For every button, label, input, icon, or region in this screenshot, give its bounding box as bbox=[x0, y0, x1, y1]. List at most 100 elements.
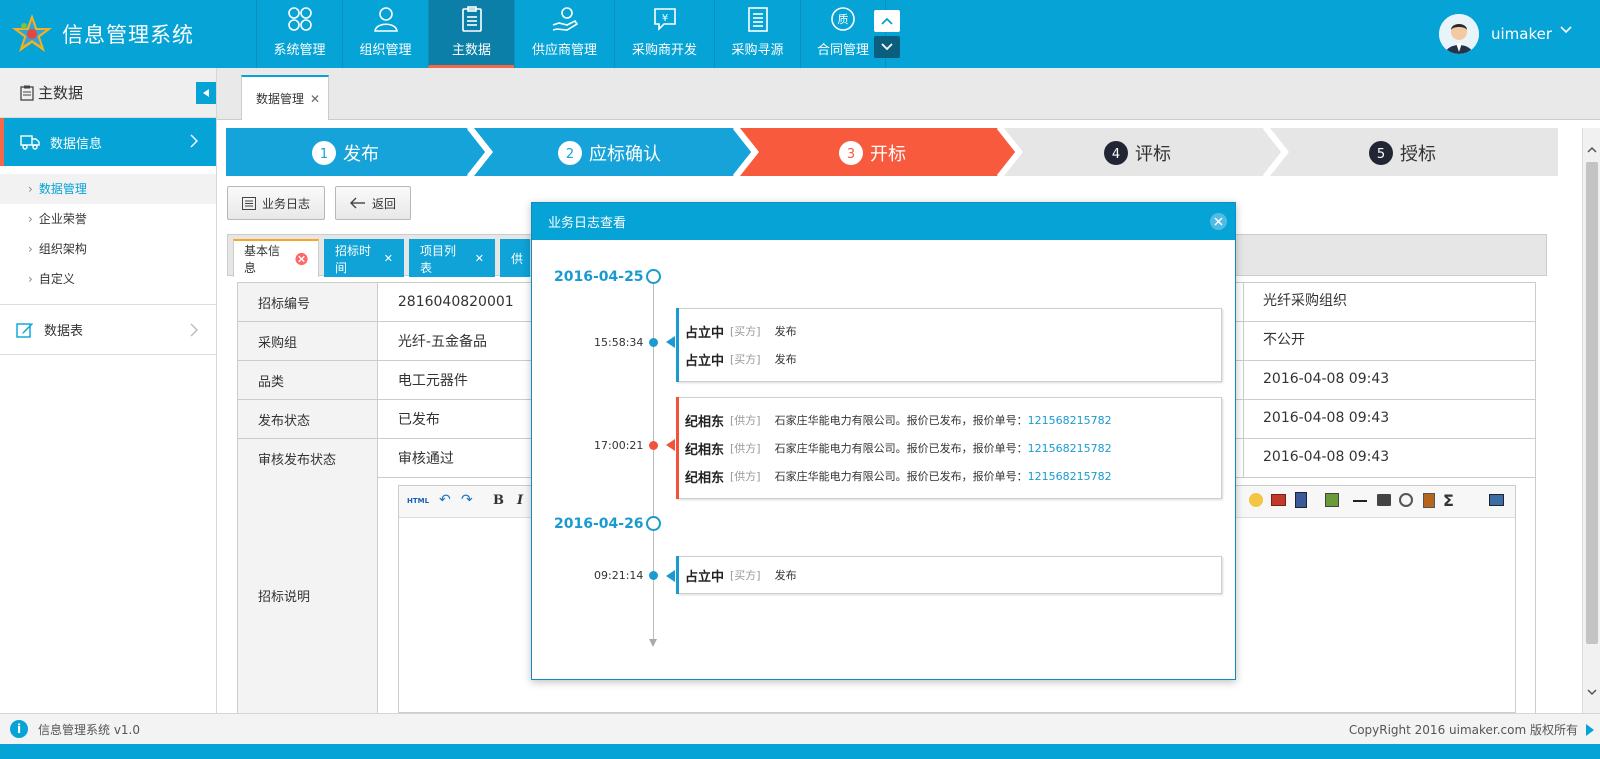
vertical-scrollbar[interactable] bbox=[1582, 128, 1600, 713]
sidebar-collapse-button[interactable] bbox=[196, 82, 216, 104]
emoji-icon[interactable] bbox=[1249, 493, 1263, 507]
business-log-button[interactable]: 业务日志 bbox=[227, 186, 326, 220]
nav-scroll-down-button[interactable] bbox=[874, 36, 900, 58]
quote-number-link[interactable]: 121568215782 bbox=[1028, 442, 1112, 455]
step-1-label: 发布 bbox=[343, 144, 379, 165]
top-header: 信息管理系统 系统管理 组织管理 主数据 供应商管理 ¥ 采购商开发 采购寻源 … bbox=[0, 0, 1600, 68]
close-icon[interactable]: ✕ bbox=[384, 252, 393, 265]
image-icon[interactable] bbox=[1271, 494, 1286, 506]
step-5-number: 5 bbox=[1377, 147, 1385, 162]
timeline-dot bbox=[649, 338, 658, 347]
scroll-down-button[interactable] bbox=[1583, 683, 1600, 701]
username: uimaker bbox=[1490, 25, 1552, 43]
grid-icon bbox=[287, 7, 312, 31]
svg-text:¥: ¥ bbox=[661, 13, 667, 24]
timeline-date: 2016-04-26 bbox=[554, 516, 644, 532]
video-icon[interactable] bbox=[1295, 492, 1307, 508]
paste-icon[interactable] bbox=[1423, 493, 1435, 508]
field-label: 发布状态 bbox=[237, 399, 378, 439]
timeline-date-marker bbox=[646, 269, 661, 284]
star-logo-icon bbox=[12, 14, 52, 52]
nav-label: 供应商管理 bbox=[531, 43, 597, 58]
tab-bid-time[interactable]: 招标时间 ✕ bbox=[324, 239, 404, 277]
footer: i 信息管理系统 v1.0 CopyRight 2016 uimaker.com… bbox=[0, 713, 1600, 744]
clipboard-icon bbox=[20, 85, 34, 101]
nav-item-purchaser[interactable]: ¥ 采购商开发 bbox=[614, 0, 714, 68]
nav-item-org[interactable]: 组织管理 bbox=[342, 0, 428, 68]
step-2-number: 2 bbox=[566, 147, 574, 162]
fullscreen-icon[interactable] bbox=[1489, 494, 1504, 506]
user-menu[interactable]: uimaker bbox=[1438, 14, 1572, 54]
page-tab-label: 数据管理 bbox=[256, 92, 305, 106]
log-entry: 占立中 [买方] 发布 bbox=[685, 325, 797, 341]
main-nav: 系统管理 组织管理 主数据 供应商管理 ¥ 采购商开发 采购寻源 质 合同管理 bbox=[256, 0, 886, 68]
nav-label: 合同管理 bbox=[816, 43, 869, 58]
print-icon[interactable] bbox=[1377, 494, 1391, 506]
sidebar-group-data-table[interactable]: 数据表 bbox=[0, 305, 216, 355]
timeline-dot bbox=[649, 441, 658, 450]
timeline-card: 占立中 [买方] 发布 占立中 [买方] 发布 bbox=[666, 308, 1222, 382]
quote-number-link[interactable]: 121568215782 bbox=[1028, 414, 1112, 427]
step-5-label: 授标 bbox=[1400, 144, 1436, 165]
formula-icon[interactable]: Σ bbox=[1443, 491, 1454, 510]
tab-supplier[interactable]: 供 bbox=[500, 239, 530, 277]
sidebar-item-custom[interactable]: › 自定义 bbox=[0, 264, 216, 294]
gallery-icon[interactable] bbox=[1325, 493, 1339, 507]
page-tabbar: 数据管理 ✕ bbox=[217, 68, 1600, 120]
italic-icon[interactable]: I bbox=[517, 493, 523, 508]
chevron-right-icon bbox=[190, 323, 198, 337]
log-entry: 纪相东 [供方] 石家庄华能电力有限公司。报价已发布，报价单号： 1215682157… bbox=[685, 469, 1112, 486]
dialog-header: 业务日志查看 bbox=[532, 203, 1235, 240]
list-icon bbox=[242, 196, 256, 210]
html-source-button[interactable]: HTML bbox=[407, 497, 429, 505]
sidebar-item-honor[interactable]: › 企业荣誉 bbox=[0, 204, 216, 234]
user-avatar-icon bbox=[1438, 14, 1479, 54]
log-entry: 占立中 [买方] 发布 bbox=[685, 353, 797, 369]
yen-chat-icon: ¥ bbox=[653, 8, 676, 31]
page-tab-data-manage[interactable]: 数据管理 ✕ bbox=[241, 75, 329, 120]
edit-icon bbox=[16, 322, 33, 338]
close-icon bbox=[1214, 217, 1223, 226]
step-1-number: 1 bbox=[320, 147, 328, 162]
horizontal-rule-icon[interactable] bbox=[1353, 500, 1367, 502]
nav-item-sourcing[interactable]: 采购寻源 bbox=[714, 0, 800, 68]
right-column-divider bbox=[1243, 282, 1244, 478]
close-icon[interactable]: ✕ bbox=[475, 252, 484, 265]
field-label: 招标说明 bbox=[238, 477, 378, 713]
tab-basic-info[interactable]: 基本信息 bbox=[233, 239, 319, 277]
tab-project-list[interactable]: 项目列表 ✕ bbox=[409, 239, 495, 277]
timeline-date-marker bbox=[646, 516, 661, 531]
scroll-up-button[interactable] bbox=[1583, 140, 1600, 158]
chevron-up-icon bbox=[1587, 146, 1597, 153]
nav-scroll-up-button[interactable] bbox=[874, 10, 900, 32]
sidebar-item-org[interactable]: › 组织架构 bbox=[0, 234, 216, 264]
bold-icon[interactable]: B bbox=[493, 493, 504, 508]
nav-item-master-data[interactable]: 主数据 bbox=[428, 0, 514, 68]
nav-item-supplier[interactable]: 供应商管理 bbox=[514, 0, 614, 68]
scroll-thumb[interactable] bbox=[1586, 162, 1598, 644]
field-value: 2016-04-08 09:43 bbox=[1263, 371, 1390, 387]
quote-number-link[interactable]: 121568215782 bbox=[1028, 470, 1112, 483]
caret-right-icon[interactable] bbox=[1586, 724, 1594, 736]
sidebar-group-data-info[interactable]: 数据信息 bbox=[0, 118, 216, 166]
field-label: 品类 bbox=[237, 360, 378, 400]
step-2-label: 应标确认 bbox=[589, 144, 661, 165]
dialog-close-button[interactable] bbox=[1210, 213, 1227, 230]
nav-item-system[interactable]: 系统管理 bbox=[256, 0, 342, 68]
field-value: 光纤采购组织 bbox=[1263, 293, 1347, 309]
preview-icon[interactable] bbox=[1399, 493, 1413, 507]
back-button[interactable]: 返回 bbox=[335, 186, 412, 220]
log-entry: 纪相东 [供方] 石家庄华能电力有限公司。报价已发布，报价单号： 1215682157… bbox=[685, 413, 1112, 430]
chevron-down-icon bbox=[881, 43, 893, 51]
nav-label: 组织管理 bbox=[359, 43, 412, 58]
close-icon[interactable]: ✕ bbox=[310, 92, 320, 106]
app-logo[interactable]: 信息管理系统 bbox=[10, 12, 194, 56]
undo-icon[interactable]: ↶ bbox=[439, 492, 451, 508]
sidebar-item-data-manage[interactable]: › 数据管理 bbox=[0, 174, 216, 204]
sidebar: 主数据 数据信息 › 数据管理 › 企业荣誉 › 组织架构 › 自定义 数据表 bbox=[0, 68, 217, 713]
chevron-right-icon: › bbox=[28, 242, 33, 256]
redo-icon[interactable]: ↷ bbox=[461, 492, 473, 508]
nav-label: 主数据 bbox=[451, 43, 491, 58]
close-circle-icon[interactable] bbox=[295, 252, 308, 266]
chevron-right-icon: › bbox=[28, 272, 33, 286]
